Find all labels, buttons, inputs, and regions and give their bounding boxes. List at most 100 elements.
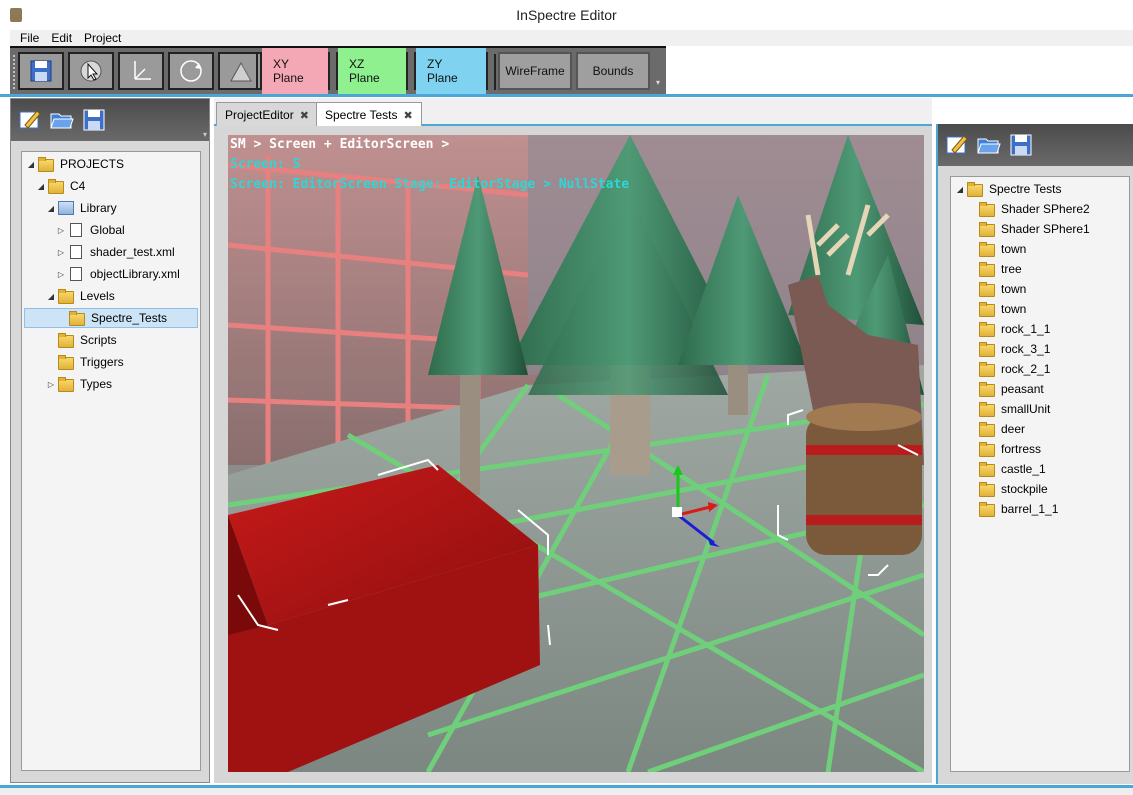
- tree-item[interactable]: ◢ PROJECTS: [26, 154, 124, 174]
- folder-icon: [979, 402, 995, 417]
- tree-item-label: Types: [80, 377, 113, 391]
- xz-plane-label: XZ Plane: [338, 48, 406, 94]
- save-button[interactable]: [18, 52, 64, 90]
- scene-item[interactable]: stockpile: [967, 479, 1048, 499]
- tree-item-label: Library: [80, 201, 117, 215]
- folder-icon: [967, 182, 983, 197]
- project-panel: ▾ ◢ PROJECTS ◢ C4 ◢ Library ▷ Global ▷ shader_tes…: [10, 98, 210, 783]
- scene-item[interactable]: Shader SPhere1: [967, 219, 1090, 239]
- expanded-arrow-icon[interactable]: ◢: [46, 204, 56, 213]
- scene-item[interactable]: tree: [967, 259, 1022, 279]
- close-icon[interactable]: ✖: [300, 110, 309, 122]
- panel-overflow-icon[interactable]: ▾: [203, 130, 207, 139]
- tree-item-label: Spectre Tests: [989, 182, 1062, 196]
- tree-item-label: Global: [90, 223, 125, 237]
- wireframe-button[interactable]: WireFrame: [498, 52, 572, 90]
- save-icon[interactable]: [81, 107, 107, 133]
- scene-item[interactable]: smallUnit: [967, 399, 1050, 419]
- folder-icon: [979, 242, 995, 257]
- folder-icon: [979, 382, 995, 397]
- scene-item[interactable]: barrel_1_1: [967, 499, 1058, 519]
- folder-icon: [979, 482, 995, 497]
- scene-item[interactable]: rock_1_1: [967, 319, 1050, 339]
- tree-item[interactable]: ◢ Library: [46, 198, 117, 218]
- rotate-button[interactable]: [168, 52, 214, 90]
- toolbar-separator: [256, 54, 258, 90]
- tree-item-label: Levels: [80, 289, 115, 303]
- document-tabs: ProjectEditor ✖ Spectre Tests ✖: [214, 98, 932, 126]
- tree-item-label: barrel_1_1: [1001, 502, 1059, 516]
- scene-item[interactable]: town: [967, 239, 1026, 259]
- scene-item[interactable]: rock_2_1: [967, 359, 1050, 379]
- rotate-icon: [180, 60, 202, 82]
- folder-icon: [38, 157, 54, 172]
- close-icon[interactable]: ✖: [403, 110, 412, 122]
- zy-plane-button[interactable]: ZY Plane: [414, 48, 488, 94]
- folder-icon: [48, 179, 64, 194]
- toolbar-overflow-icon[interactable]: ▾: [656, 78, 660, 87]
- tree-item[interactable]: Triggers: [46, 352, 124, 372]
- scene-item[interactable]: town: [967, 279, 1026, 299]
- tree-item-label: PROJECTS: [60, 157, 125, 171]
- expanded-arrow-icon[interactable]: ◢: [26, 160, 36, 169]
- scene-item[interactable]: fortress: [967, 439, 1041, 459]
- move-axis-button[interactable]: [118, 52, 164, 90]
- title-bar: InSpectre Editor: [0, 0, 1133, 30]
- folder-icon: [979, 202, 995, 217]
- tab-project-editor[interactable]: ProjectEditor ✖: [216, 102, 318, 126]
- scene-item[interactable]: rock_3_1: [967, 339, 1050, 359]
- zy-plane-label: ZY Plane: [416, 48, 486, 94]
- folder-icon: [58, 377, 74, 392]
- tree-item[interactable]: ▷ objectLibrary.xml: [56, 264, 180, 284]
- scene-item[interactable]: town: [967, 299, 1026, 319]
- select-button[interactable]: [68, 52, 114, 90]
- menu-file[interactable]: File: [16, 30, 43, 46]
- folder-icon: [979, 462, 995, 477]
- expanded-arrow-icon[interactable]: ◢: [36, 182, 46, 191]
- bounds-button[interactable]: Bounds: [576, 52, 650, 90]
- folder-icon: [979, 262, 995, 277]
- scene-item[interactable]: castle_1: [967, 459, 1046, 479]
- tree-item[interactable]: ▷ Types: [46, 374, 112, 394]
- scene-tree-root[interactable]: ◢ Spectre Tests: [955, 179, 1061, 199]
- toolbar-grip[interactable]: [12, 54, 16, 90]
- collapsed-arrow-icon[interactable]: ▷: [56, 248, 66, 257]
- collapsed-arrow-icon[interactable]: ▷: [46, 380, 56, 389]
- open-folder-icon[interactable]: [976, 132, 1002, 158]
- tree-item-label: fortress: [1001, 442, 1042, 456]
- tree-item-label: castle_1: [1001, 462, 1046, 476]
- xz-plane-button[interactable]: XZ Plane: [336, 48, 408, 94]
- tree-item[interactable]: ▷ shader_test.xml: [56, 242, 175, 262]
- scene-item[interactable]: peasant: [967, 379, 1044, 399]
- scene-item[interactable]: deer: [967, 419, 1025, 439]
- folder-icon: [69, 311, 85, 326]
- 3d-viewport[interactable]: SM > Screen + EditorScreen > Screen: S S…: [228, 135, 924, 772]
- state-machine-readout: SM > Screen + EditorScreen >: [230, 137, 450, 152]
- tree-item[interactable]: ▷ Global: [56, 220, 125, 240]
- open-folder-icon[interactable]: [49, 107, 75, 133]
- expanded-arrow-icon[interactable]: ◢: [46, 292, 56, 301]
- tree-item-label: tree: [1001, 262, 1022, 276]
- tree-item-label: rock_3_1: [1001, 342, 1051, 356]
- tree-item[interactable]: ◢ C4: [36, 176, 85, 196]
- menu-project[interactable]: Project: [80, 30, 125, 46]
- folder-icon: [979, 282, 995, 297]
- tab-spectre-tests[interactable]: Spectre Tests ✖: [316, 102, 422, 126]
- tree-item[interactable]: Spectre_Tests: [24, 308, 198, 328]
- window-title: InSpectre Editor: [516, 7, 617, 23]
- save-icon[interactable]: [1008, 132, 1034, 158]
- tree-item-label: Shader SPhere2: [1001, 202, 1090, 216]
- select-pointer-icon: [80, 60, 102, 82]
- edit-icon[interactable]: [17, 107, 43, 133]
- collapsed-arrow-icon[interactable]: ▷: [56, 270, 66, 279]
- edit-icon[interactable]: [944, 132, 970, 158]
- tree-item[interactable]: Scripts: [46, 330, 117, 350]
- menu-edit[interactable]: Edit: [47, 30, 76, 46]
- tree-item[interactable]: ◢ Levels: [46, 286, 115, 306]
- expanded-arrow-icon[interactable]: ◢: [955, 185, 965, 194]
- collapsed-arrow-icon[interactable]: ▷: [56, 226, 66, 235]
- document-icon: [70, 223, 82, 237]
- scene-item[interactable]: Shader SPhere2: [967, 199, 1090, 219]
- folder-icon: [979, 302, 995, 317]
- xy-plane-button[interactable]: XY Plane: [260, 48, 330, 94]
